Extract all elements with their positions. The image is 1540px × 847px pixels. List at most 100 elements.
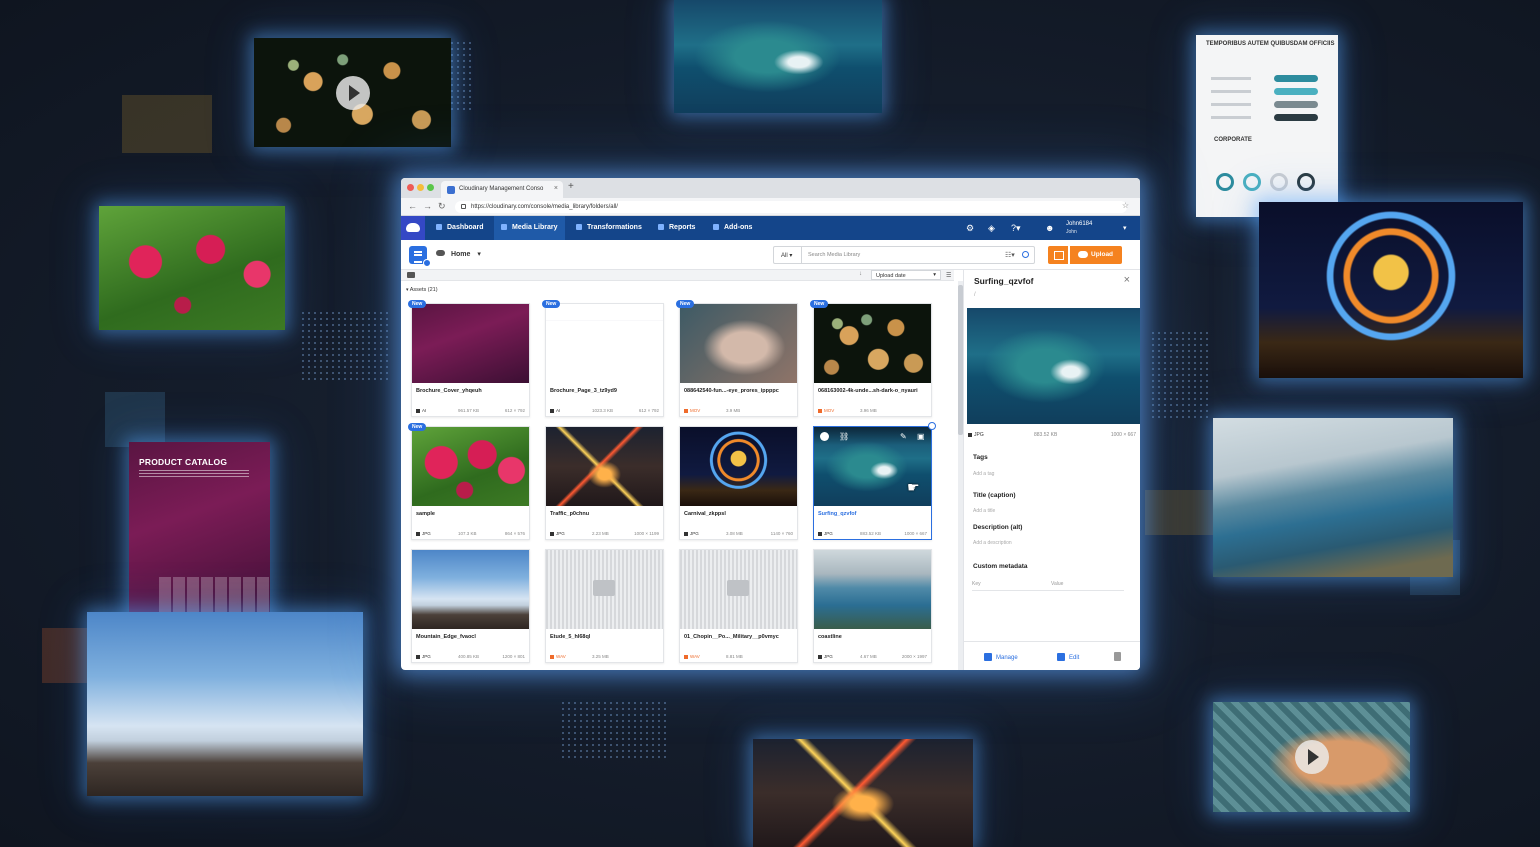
chevron-down-icon[interactable]: ▾: [1123, 224, 1127, 232]
users-icon[interactable]: ☻: [1045, 223, 1054, 233]
asset-size: 3.25 MB: [592, 654, 609, 659]
home-caret-icon[interactable]: ▾: [477, 251, 481, 258]
select-checkbox[interactable]: [820, 432, 829, 441]
upload-widget-button[interactable]: [1048, 246, 1068, 264]
nav-media-library[interactable]: Media Library: [494, 216, 565, 240]
asset-thumbnail: [680, 304, 797, 383]
nav-transformations[interactable]: Transformations: [576, 224, 642, 231]
crop-icon[interactable]: ▣: [917, 432, 925, 441]
back-button[interactable]: ←: [408, 201, 417, 211]
close-window-button[interactable]: [407, 184, 414, 191]
asset-card[interactable]: coastline JPG 4.67 MB 2000 × 1997: [813, 549, 932, 663]
asset-card[interactable]: New 088642540-fun...-eye_prores_ippppc M…: [676, 300, 798, 417]
image-icon: [416, 532, 420, 536]
trash-icon[interactable]: [1114, 652, 1121, 661]
filter-icon[interactable]: ☷▾: [1005, 251, 1015, 259]
panel-preview-image[interactable]: [967, 308, 1140, 424]
asset-card[interactable]: New Brochure_Page_3_tz9yd9 AI 1023.3 KB …: [542, 300, 664, 417]
custom-metadata-row[interactable]: Key Value: [972, 581, 1124, 591]
asset-card[interactable]: Etude_5_hl68ql WAV 3.25 MB: [545, 549, 664, 663]
user-sub: John: [1066, 229, 1077, 235]
search-scope-select[interactable]: All ▾: [774, 247, 802, 263]
browser-tab[interactable]: Cloudinary Management Conso ×: [441, 181, 563, 198]
settings-icon[interactable]: ⚙: [966, 223, 974, 234]
asset-type: JPG: [556, 531, 565, 536]
reload-button[interactable]: ↻: [438, 201, 446, 212]
asset-name: Carnival_zkppsl: [684, 511, 726, 517]
play-icon: [1294, 740, 1329, 774]
user-menu[interactable]: John6184 John: [1066, 220, 1092, 236]
floating-product-catalog: PRODUCT CATALOG: [129, 442, 270, 625]
close-icon[interactable]: ×: [1124, 274, 1130, 286]
doc-section-title: CORPORATE: [1214, 137, 1252, 143]
address-bar[interactable]: https://cloudinary.com/console/media_lib…: [455, 201, 1127, 213]
nav-add-ons[interactable]: Add-ons: [713, 224, 752, 231]
asset-card[interactable]: New Brochure_Cover_yhqeuh AI 961.57 KB 6…: [408, 300, 530, 417]
badge-icon: [423, 259, 431, 267]
close-tab-icon[interactable]: ×: [554, 185, 558, 192]
asset-type: AI: [422, 408, 427, 413]
sort-select[interactable]: Upload date ▾: [871, 270, 941, 280]
bookmark-star-icon[interactable]: ☆: [1122, 201, 1129, 210]
new-tab-button[interactable]: +: [568, 181, 574, 192]
asset-type: WAV: [690, 654, 700, 659]
folder-icon[interactable]: [407, 272, 415, 278]
asset-size: 883.52 KB: [860, 531, 882, 536]
forward-button[interactable]: →: [423, 201, 432, 211]
wrench-icon: [984, 653, 992, 661]
metadata-value[interactable]: Value: [1051, 581, 1063, 587]
description-input[interactable]: Add a description: [973, 540, 1012, 546]
maximize-window-button[interactable]: [427, 184, 434, 191]
notifications-icon[interactable]: ◈: [988, 223, 995, 234]
asset-size: 107.3 KB: [458, 531, 477, 536]
asset-card[interactable]: Carnival_zkppsl JPG 3.08 MB 1140 × 760: [679, 426, 798, 540]
file-type-icon: [416, 409, 420, 413]
assets-heading[interactable]: ▾ Assets (21): [406, 287, 438, 293]
link-icon[interactable]: ⛓: [839, 432, 849, 441]
floating-image-carnival: [1259, 202, 1523, 378]
cloudinary-logo[interactable]: [401, 216, 425, 240]
list-view-icon[interactable]: ☰: [946, 272, 951, 279]
image-icon: [684, 532, 688, 536]
asset-name: 01_Chopin__Po..._Military__p0vmyc: [684, 634, 779, 640]
nav-dashboard[interactable]: Dashboard: [436, 224, 484, 231]
asset-name: sample: [416, 511, 435, 517]
asset-thumbnail: [814, 550, 931, 629]
media-library-icon: [501, 224, 507, 230]
wrench-icon[interactable]: ✎: [900, 432, 907, 441]
asset-card[interactable]: 01_Chopin__Po..._Military__p0vmyc WAV 8.…: [679, 549, 798, 663]
asset-card-selected[interactable]: ⛓ ✎ ▣ ☛ Surfing_qzvfof JPG 883.52 KB 100…: [813, 422, 936, 540]
asset-name: Surfing_qzvfof: [818, 511, 857, 517]
asset-card[interactable]: Traffic_p0chnu JPG 2.23 MB 1000 × 1199: [545, 426, 664, 540]
asset-size: 961.57 KB: [458, 408, 480, 413]
floating-document-corporate: TEMPORIBUS AUTEM QUIBUSDAM OFFICIIS CORP…: [1196, 35, 1338, 217]
asset-size: 400.85 KB: [458, 654, 480, 659]
metadata-key[interactable]: Key: [972, 581, 981, 587]
title-input[interactable]: Add a title: [973, 508, 995, 514]
minimize-window-button[interactable]: [417, 184, 424, 191]
search-box: All ▾ Search Media Library ☷▾: [773, 246, 1035, 264]
dashboard-icon: [436, 224, 442, 230]
panel-meta: JPG 883.52 KB 1000 × 667: [968, 432, 1136, 438]
sort-direction-icon[interactable]: ↓: [859, 271, 862, 277]
upload-button[interactable]: Upload: [1070, 246, 1122, 264]
search-icon[interactable]: [1022, 251, 1029, 258]
nav-reports[interactable]: Reports: [658, 224, 695, 231]
breadcrumb-home[interactable]: Home ▾: [436, 250, 481, 258]
asset-card[interactable]: New sample JPG 107.3 KB 864 × 576: [408, 423, 530, 540]
new-badge: New: [408, 423, 427, 431]
browser-tab-title: Cloudinary Management Conso: [459, 186, 544, 192]
search-input[interactable]: Search Media Library: [808, 252, 860, 258]
asset-card[interactable]: New 068163002-4k-unde...sh-dark-o_nyauri…: [810, 300, 932, 417]
add-ons-icon: [713, 224, 719, 230]
asset-name: Etude_5_hl68ql: [550, 634, 591, 640]
asset-card[interactable]: Mountain_Edge_fvaocl JPG 400.85 KB 1200 …: [411, 549, 530, 663]
edit-button[interactable]: Edit: [1057, 653, 1079, 661]
panel-title: Surfing_qzvfof: [974, 276, 1034, 286]
caret-down-icon: ▾: [406, 287, 409, 293]
manage-button[interactable]: Manage: [984, 653, 1018, 661]
help-icon[interactable]: ?▾: [1011, 223, 1021, 234]
asset-details-panel: Surfing_qzvfof × / JPG 883.52 KB 1000 × …: [963, 270, 1140, 670]
tags-input[interactable]: Add a tag: [973, 471, 994, 477]
audio-waveform-thumbnail: [680, 550, 797, 629]
